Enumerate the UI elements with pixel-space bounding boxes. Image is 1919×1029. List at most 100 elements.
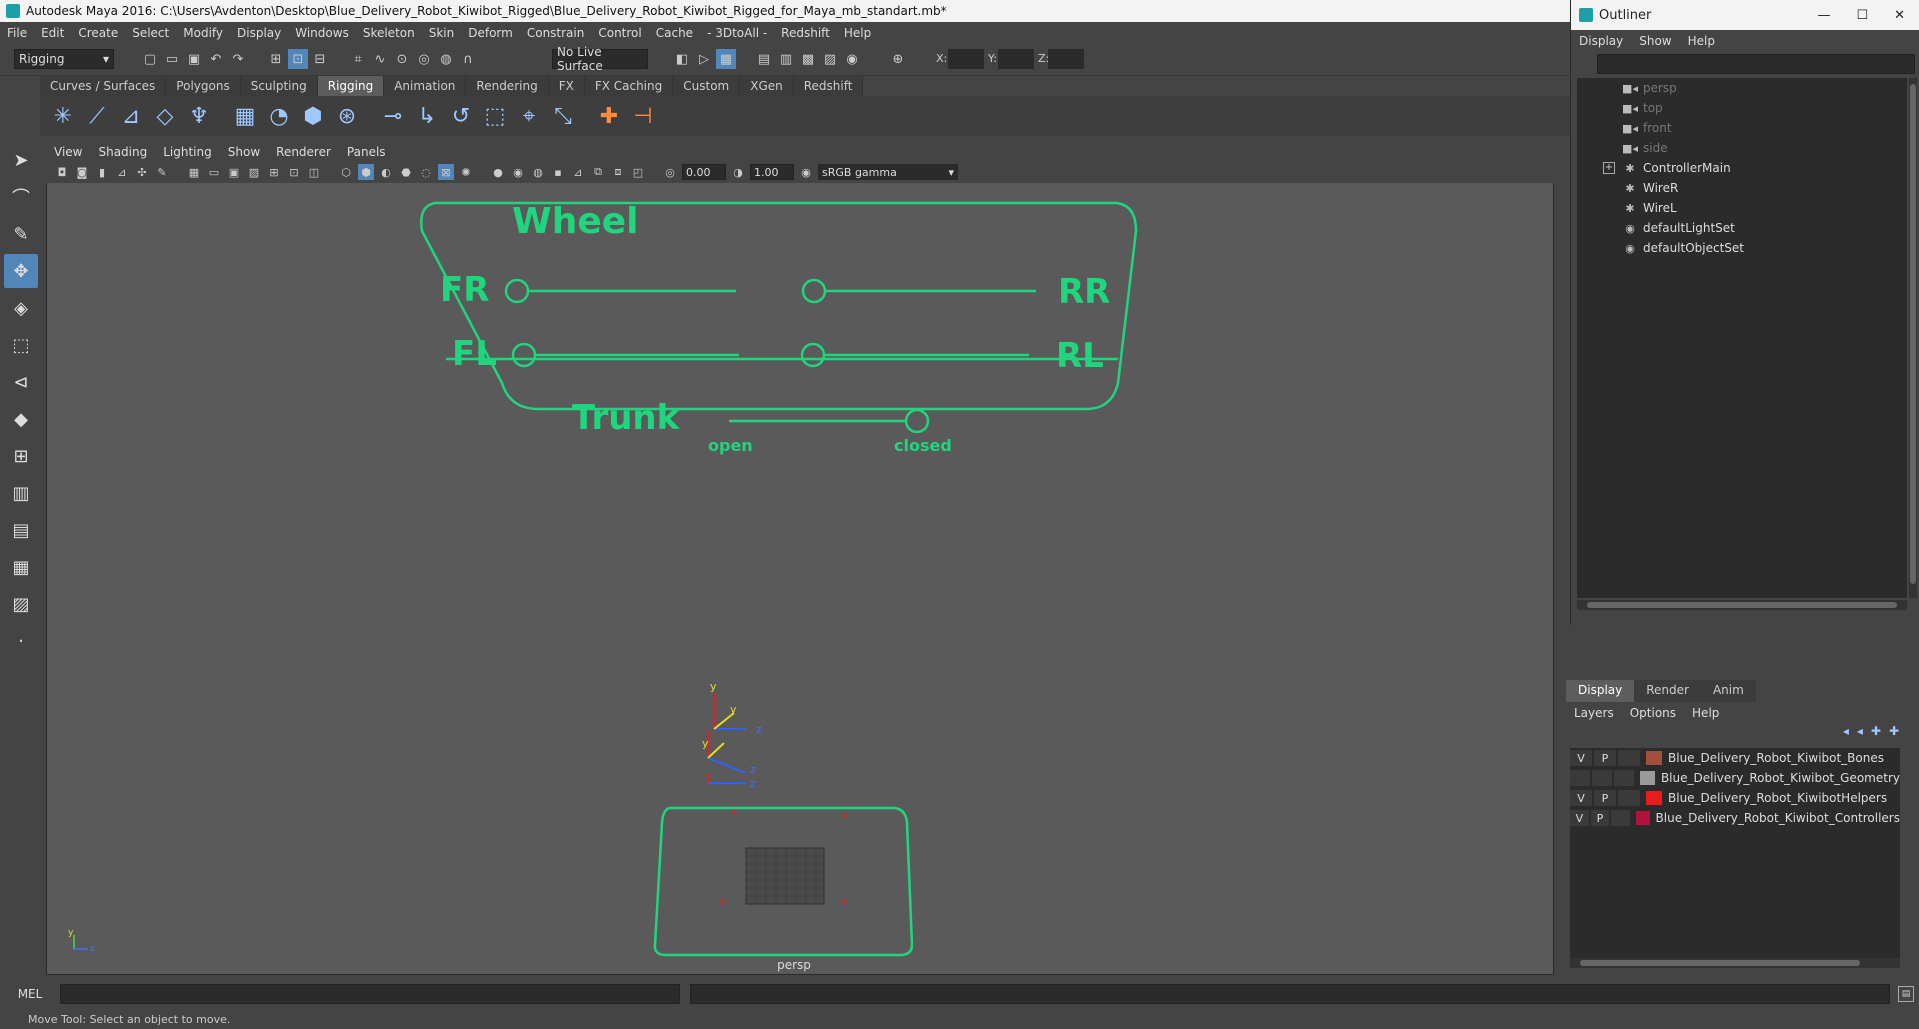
layer-playback-toggle[interactable]: P [1594, 790, 1616, 806]
gate-mask-icon[interactable]: ▨ [246, 164, 262, 180]
output-ops-icon[interactable]: ▷ [694, 49, 714, 69]
ipr-render-icon[interactable]: ▩ [798, 49, 818, 69]
layer-color-swatch[interactable] [1646, 791, 1662, 805]
outliner-item-top[interactable]: ■◂ top [1577, 98, 1907, 118]
new-scene-icon[interactable]: ▢ [140, 49, 160, 69]
layer-tab-display[interactable]: Display [1566, 680, 1635, 702]
exposure-icon[interactable]: ◎ [662, 164, 678, 180]
select-hierarchy-icon[interactable]: ⊞ [266, 49, 286, 69]
outliner-item-front[interactable]: ■◂ front [1577, 118, 1907, 138]
new-layer-icon[interactable]: ✚ [1871, 724, 1881, 738]
snap-surface-icon[interactable]: ◍ [436, 49, 456, 69]
select-tool-icon[interactable]: ➤ [4, 143, 38, 177]
shelf-tab-rigging[interactable]: Rigging [317, 76, 385, 96]
cluster-icon[interactable]: ⊛ [330, 99, 364, 133]
outliner-item-persp[interactable]: ■◂ persp [1577, 78, 1907, 98]
layer-menu-layers[interactable]: Layers [1566, 706, 1622, 720]
viewport-menu-panels[interactable]: Panels [339, 145, 394, 159]
rr-slider-knob[interactable] [801, 278, 827, 304]
two-pane-icon[interactable]: ▥ [4, 476, 38, 510]
snap-point-icon[interactable]: ⊙ [392, 49, 412, 69]
outliner-item-wirel[interactable]: ✱ WireL [1577, 198, 1907, 218]
ik-handle-icon[interactable]: ⟋ [80, 99, 114, 133]
shelf-tab-fx-caching[interactable]: FX Caching [584, 76, 674, 96]
outliner-menu-show[interactable]: Show [1631, 34, 1679, 48]
outliner-hscrollbar[interactable] [1577, 600, 1907, 610]
outliner-item-defaultobjectset[interactable]: ◉ defaultObjectSet [1577, 238, 1907, 258]
undo-icon[interactable]: ↶ [206, 49, 226, 69]
menu-skin[interactable]: Skin [422, 26, 462, 40]
camera-select-icon[interactable]: ◘ [54, 164, 70, 180]
layer-row[interactable]: Blue_Delivery_Robot_Kiwibot_Geometry [1570, 768, 1900, 788]
redo-icon[interactable]: ↷ [228, 49, 248, 69]
outliner-item-controllermain[interactable]: + ✱ ControllerMain [1577, 158, 1907, 178]
transform-mode-icon[interactable]: ⊕ [888, 49, 908, 69]
x-coord-field[interactable] [948, 49, 984, 69]
outliner-vscrollbar[interactable] [1909, 78, 1917, 598]
layer-tab-render[interactable]: Render [1634, 680, 1701, 702]
more-panes-icon[interactable]: ⋅ [4, 624, 38, 658]
wireframe-on-shaded-icon[interactable]: ⬣ [398, 164, 414, 180]
layer-color-swatch[interactable] [1646, 751, 1662, 765]
exposure-field[interactable]: 0.00 [682, 164, 726, 180]
outliner-vscroll-thumb[interactable] [1910, 84, 1916, 584]
layer-menu-help[interactable]: Help [1684, 706, 1727, 720]
parent-constraint-icon[interactable]: ⌖ [512, 99, 546, 133]
menu-modify[interactable]: Modify [176, 26, 230, 40]
lights-icon[interactable]: ✺ [458, 164, 474, 180]
menu-control[interactable]: Control [591, 26, 648, 40]
last-tool-icon[interactable]: ⊲ [4, 365, 38, 399]
annotation-icon[interactable]: ⊣ [626, 99, 660, 133]
hypershade-pane-icon[interactable]: ▨ [4, 587, 38, 621]
layer-visibility-toggle[interactable] [1570, 770, 1591, 786]
mode-dropdown[interactable]: Rigging ▾ [14, 49, 114, 69]
ambient-occlusion-icon[interactable]: ◉ [510, 164, 526, 180]
locator-icon[interactable]: ✚ [592, 99, 626, 133]
gamma-field[interactable]: 1.00 [750, 164, 794, 180]
resolution-gate-icon[interactable]: ▣ [226, 164, 242, 180]
menu-display[interactable]: Display [230, 26, 288, 40]
move-layer-up-icon[interactable]: ◂ [1843, 724, 1849, 738]
layer-hscrollbar[interactable] [1570, 958, 1900, 968]
construction-history-icon[interactable]: ▦ [716, 49, 736, 69]
z-coord-field[interactable] [1048, 49, 1084, 69]
shelf-tab-fx[interactable]: FX [548, 76, 585, 96]
snap-magnet-icon[interactable]: ∩ [458, 49, 478, 69]
orient-constraint-icon[interactable]: ↺ [444, 99, 478, 133]
aim-constraint-icon[interactable]: ↳ [410, 99, 444, 133]
fl-slider-knob[interactable] [511, 342, 537, 368]
camera-attr-icon[interactable]: ◙ [74, 164, 90, 180]
safe-action-icon[interactable]: ⊡ [286, 164, 302, 180]
layer-playback-toggle[interactable] [1592, 770, 1613, 786]
robot-base-controller[interactable]: + + + + [653, 806, 914, 957]
render-frame-icon[interactable]: ▥ [776, 49, 796, 69]
menu-windows[interactable]: Windows [288, 26, 356, 40]
layer-visibility-toggle[interactable]: V [1570, 810, 1589, 826]
menu-select[interactable]: Select [125, 26, 176, 40]
layer-color-swatch[interactable] [1640, 771, 1655, 785]
close-icon[interactable]: ✕ [1894, 8, 1905, 23]
snap-curve-icon[interactable]: ∿ [370, 49, 390, 69]
layer-row[interactable]: V P Blue_Delivery_Robot_KiwibotHelpers [1570, 788, 1900, 808]
default-material-icon[interactable]: ◐ [378, 164, 394, 180]
wireframe-icon[interactable]: ⬡ [338, 164, 354, 180]
joint-tool-icon[interactable]: ✳ [46, 99, 80, 133]
lattice-icon[interactable]: ◔ [262, 99, 296, 133]
menu-file[interactable]: File [0, 26, 34, 40]
y-coord-field[interactable] [998, 49, 1034, 69]
graph-pane-icon[interactable]: ▦ [4, 550, 38, 584]
viewport-menu-lighting[interactable]: Lighting [155, 145, 220, 159]
rotate-tool-icon[interactable]: ◈ [4, 291, 38, 325]
menu-constrain[interactable]: Constrain [520, 26, 592, 40]
hypershade-icon[interactable]: ◉ [842, 49, 862, 69]
snap-view-icon[interactable]: ◎ [414, 49, 434, 69]
layer-row[interactable]: V P Blue_Delivery_Robot_Kiwibot_Bones [1570, 748, 1900, 768]
layer-hscroll-thumb[interactable] [1580, 960, 1860, 966]
shelf-tab-polygons[interactable]: Polygons [166, 76, 241, 96]
save-scene-icon[interactable]: ▣ [184, 49, 204, 69]
textured-icon[interactable]: ◌ [418, 164, 434, 180]
four-pane-icon[interactable]: ⊞ [4, 439, 38, 473]
film-gate-icon[interactable]: ▭ [206, 164, 222, 180]
layer-menu-options[interactable]: Options [1622, 706, 1684, 720]
shelf-tab-xgen[interactable]: XGen [740, 76, 794, 96]
